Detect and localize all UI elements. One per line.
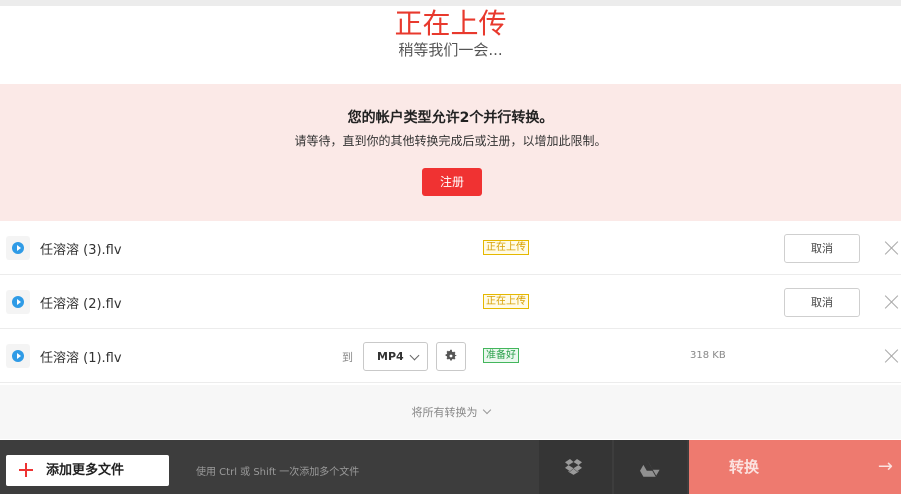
arrow-right-icon: → — [877, 456, 893, 477]
play-preview-button[interactable] — [6, 290, 30, 314]
status-badge: 正在上传 — [483, 240, 529, 255]
format-value: MP4 — [377, 350, 404, 363]
signup-button[interactable]: 注册 — [422, 168, 482, 196]
file-row: 任溶溶 (3).flv 正在上传 取消 — [0, 221, 901, 275]
status-badge: 正在上传 — [483, 294, 529, 309]
play-preview-button[interactable] — [6, 236, 30, 260]
add-more-files-button[interactable]: 添加更多文件 — [6, 455, 169, 486]
convert-button[interactable]: 转换 → — [689, 440, 901, 494]
convert-all-label: 将所有转换为 — [411, 406, 478, 419]
upload-header: 正在上传 稍等我们一会... — [0, 6, 901, 84]
convert-all-dropdown[interactable]: 将所有转换为 — [0, 385, 901, 439]
file-size: 318 KB — [690, 350, 726, 361]
status-badge: 准备好 — [483, 348, 519, 363]
play-preview-button[interactable] — [6, 344, 30, 368]
file-name: 任溶溶 (2).flv — [40, 297, 122, 312]
notice-title: 您的帐户类型允许2个并行转换。 — [347, 110, 554, 126]
google-drive-icon — [640, 459, 660, 477]
file-row: 任溶溶 (1).flv 到 MP4 准备好 318 KB — [0, 329, 901, 383]
plus-icon — [19, 463, 33, 477]
close-icon[interactable] — [884, 240, 900, 256]
play-icon — [12, 296, 24, 308]
file-list: 任溶溶 (3).flv 正在上传 取消 任溶溶 (2).flv 正在上传 取消 … — [0, 221, 901, 383]
dropbox-icon — [565, 459, 582, 475]
dropbox-button[interactable] — [539, 440, 612, 494]
add-more-label: 添加更多文件 — [46, 463, 125, 478]
file-name: 任溶溶 (3).flv — [40, 243, 122, 258]
settings-button[interactable] — [436, 342, 466, 371]
file-row: 任溶溶 (2).flv 正在上传 取消 — [0, 275, 901, 329]
convert-label: 转换 — [729, 458, 760, 476]
page-title: 正在上传 — [394, 7, 507, 40]
close-icon[interactable] — [884, 348, 900, 364]
close-icon[interactable] — [884, 294, 900, 310]
to-label: 到 — [342, 351, 353, 364]
limit-notice: 您的帐户类型允许2个并行转换。 请等待，直到你的其他转换完成后或注册，以增加此限… — [0, 84, 901, 221]
cancel-button[interactable]: 取消 — [784, 288, 860, 317]
google-drive-button[interactable] — [614, 440, 687, 494]
bottom-toolbar: 添加更多文件 使用 Ctrl 或 Shift 一次添加多个文件 转换 → — [0, 440, 901, 494]
chevron-down-icon — [409, 350, 420, 361]
file-name: 任溶溶 (1).flv — [40, 351, 122, 366]
gear-icon — [445, 349, 457, 361]
page-subtitle: 稍等我们一会... — [398, 41, 503, 59]
multi-select-hint: 使用 Ctrl 或 Shift 一次添加多个文件 — [196, 467, 360, 478]
convert-all-row: 将所有转换为 — [0, 404, 901, 420]
cancel-button[interactable]: 取消 — [784, 234, 860, 263]
play-icon — [12, 242, 24, 254]
notice-description: 请等待，直到你的其他转换完成后或注册，以增加此限制。 — [294, 134, 607, 148]
chevron-down-icon — [482, 405, 491, 415]
play-icon — [12, 350, 24, 362]
output-format-select[interactable]: MP4 — [363, 342, 428, 371]
